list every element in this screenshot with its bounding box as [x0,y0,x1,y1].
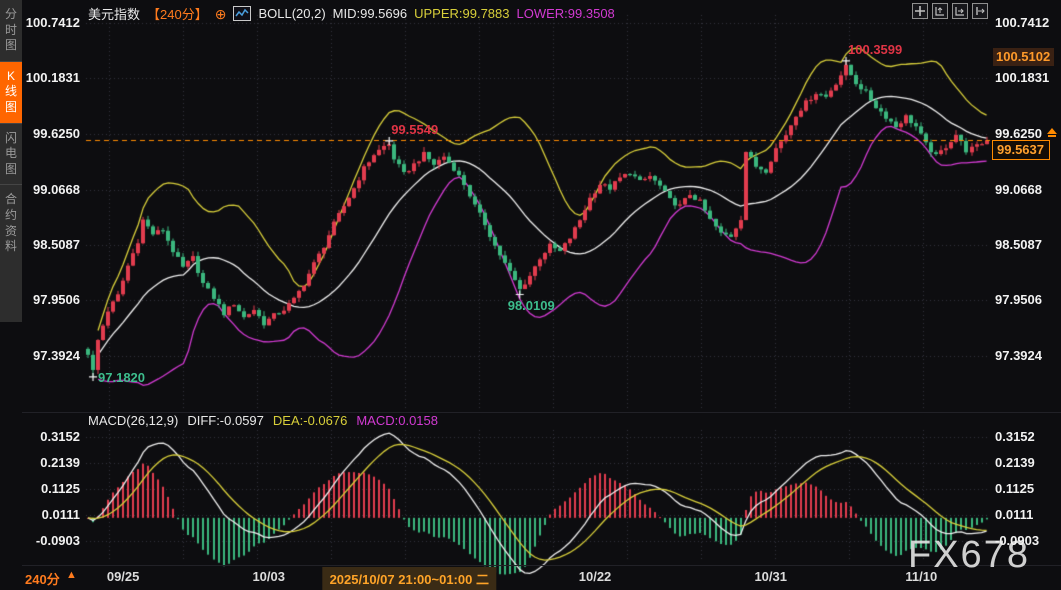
price-axis-label: 98.5087 [995,237,1055,252]
macd-axis-label: 0.0111 [995,507,1055,522]
footer-up-triangle-icon[interactable]: ▲ [66,569,77,581]
sidebar-tab-3[interactable]: 合约资料 [0,184,22,261]
session-high-tag: 100.5102 [993,48,1054,66]
price-up-arrow-icon [1047,128,1057,134]
low-price-annotation: 98.0109 [508,298,555,313]
macd-axis-label: -0.0903 [995,533,1055,548]
macd-name-label: MACD(26,12,9) [88,413,178,428]
footer-period-label[interactable]: 240分 [25,569,60,588]
boll-name-label: BOLL(20,2) [258,6,325,21]
add-indicator-icon[interactable]: ⊕ [215,7,227,21]
chart-toolbar [912,3,988,19]
date-tick-label: 11/10 [905,569,937,584]
price-axis-label: 99.6250 [995,126,1055,141]
time-axis-bar: 240分 ▲ 2025/10/07 21:00~01:00 二 09/25 10/… [0,566,1061,590]
move-crosshair-icon[interactable] [912,3,928,19]
price-axis-label: 100.1831 [20,70,80,85]
high-price-annotation: 99.5549 [391,122,438,137]
trading-app-window: 分时图K线图闪电图合约资料 美元指数 【240分】 ⊕ BOLL(20,2) M… [0,0,1061,590]
date-tick-label: 10/22 [579,569,612,584]
symbol-title: 美元指数 [88,4,140,23]
boll-lower-value: LOWER:99.3508 [517,6,615,21]
low-price-annotation: 97.1820 [98,370,145,385]
chart-header: 美元指数 【240分】 ⊕ BOLL(20,2) MID:99.5696 UPP… [88,4,615,23]
boll-upper-value: UPPER:99.7883 [414,6,509,21]
macd-axis-label: -0.0903 [20,533,80,548]
compress-y-axis-icon[interactable] [932,3,948,19]
macd-axis-label: 0.3152 [995,429,1055,444]
macd-header: MACD(26,12,9) DIFF:-0.0597 DEA:-0.0676 M… [88,413,438,428]
macd-axis-label: 0.3152 [20,429,80,444]
sidebar-tab-0[interactable]: 分时图 [0,0,22,61]
price-axis-label: 97.9506 [995,292,1055,307]
price-axis-label: 99.6250 [20,126,80,141]
selected-candle-date: 2025/10/07 21:00~01:00 二 [323,567,496,590]
period-label: 【240分】 [147,4,208,23]
macd-axis-label: 0.0111 [20,507,80,522]
price-axis-label: 98.5087 [20,237,80,252]
macd-dea-value: DEA:-0.0676 [273,413,347,428]
price-axis-label: 97.3924 [995,348,1055,363]
date-tick-label: 10/03 [252,569,285,584]
price-axis-label: 97.3924 [20,348,80,363]
macd-diff-value: DIFF:-0.0597 [187,413,264,428]
price-axis-label: 99.0668 [20,182,80,197]
chart-canvas[interactable] [0,0,1061,590]
price-axis-label: 100.1831 [995,70,1055,85]
high-price-annotation: 100.3599 [848,42,902,57]
chart-style-icon[interactable] [233,6,251,21]
date-tick-label: 09/25 [107,569,140,584]
current-price-tag: 99.5637 [992,140,1050,160]
sidebar-tab-2[interactable]: 闪电图 [0,123,22,185]
price-axis-label: 100.7412 [20,15,80,30]
macd-axis-label: 0.2139 [995,455,1055,470]
go-to-latest-icon[interactable] [972,3,988,19]
date-tick-label: 10/31 [754,569,787,584]
price-axis-label: 100.7412 [995,15,1055,30]
sidebar-tab-1[interactable]: K线图 [0,61,22,123]
chart-type-sidebar: 分时图K线图闪电图合约资料 [0,0,22,322]
price-axis-label: 99.0668 [995,182,1055,197]
boll-mid-value: MID:99.5696 [333,6,407,21]
macd-axis-label: 0.1125 [995,481,1055,496]
compress-x-axis-icon[interactable] [952,3,968,19]
macd-axis-label: 0.2139 [20,455,80,470]
macd-macd-value: MACD:0.0158 [356,413,438,428]
price-axis-label: 97.9506 [20,292,80,307]
macd-axis-label: 0.1125 [20,481,80,496]
